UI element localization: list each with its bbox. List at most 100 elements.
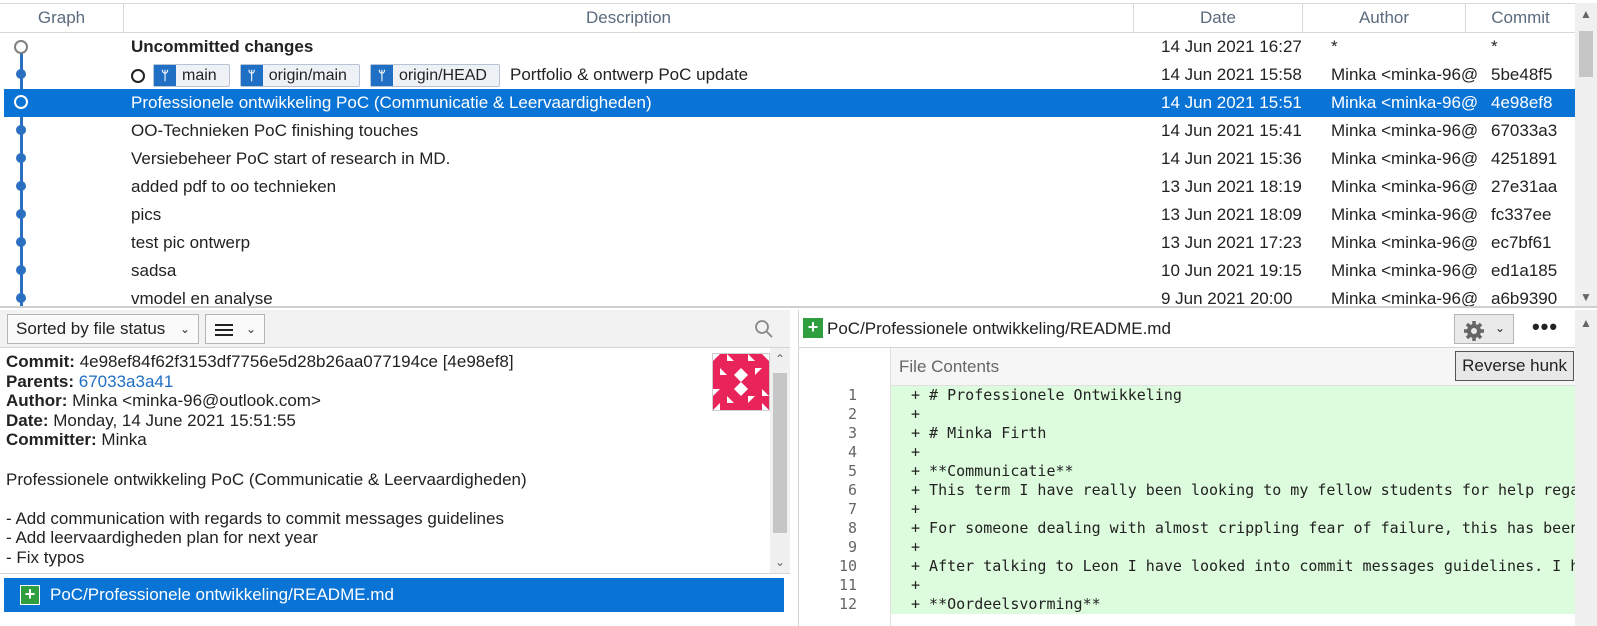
commit-hash: * <box>1491 37 1498 56</box>
table-row[interactable]: OO-Technieken PoC finishing touches 14 J… <box>4 117 1575 145</box>
diff-line: 12 + **Oordeelsvorming** <box>799 595 1576 614</box>
diff-line: 7 + <box>799 500 1576 519</box>
graph-node <box>16 153 26 163</box>
scroll-up-icon[interactable]: ▲ <box>1575 316 1597 330</box>
diff-line: 3 + # Minka Firth <box>799 424 1576 443</box>
diff-settings-button[interactable]: ⌄ <box>1454 314 1514 344</box>
head-indicator-icon <box>131 68 145 83</box>
graph-node <box>16 181 26 191</box>
details-scrollbar[interactable]: ⌃ ⌄ <box>770 348 790 573</box>
commit-author: Minka <minka-96@ <box>1331 205 1479 224</box>
commit-date: 14 Jun 2021 15:41 <box>1161 121 1302 140</box>
commit-message-line: - Add communication with regards to comm… <box>6 508 504 528</box>
column-header-graph[interactable]: Graph <box>0 4 124 32</box>
column-header-date[interactable]: Date <box>1134 4 1303 32</box>
commit-author: Minka <minka-96@ <box>1331 93 1479 112</box>
commit-hash: 5be48f5 <box>1491 65 1553 84</box>
commit-description: pics <box>131 205 162 224</box>
commit-message-line: - Fix typos <box>6 547 85 567</box>
commit-author: Minka <minka-96@ <box>1331 65 1479 84</box>
table-row[interactable]: Uncommitted changes 14 Jun 2021 16:27 * … <box>4 33 1575 61</box>
sort-dropdown[interactable]: Sorted by file status ⌄ <box>7 314 199 344</box>
branch-label-origin-head[interactable]: ᛘ origin/HEAD <box>369 64 500 88</box>
author-value: Minka <minka-96@outlook.com> <box>72 391 321 411</box>
diff-line: 5 + **Communicatie** <box>799 462 1576 481</box>
table-row[interactable]: added pdf to oo technieken 13 Jun 2021 1… <box>4 173 1575 201</box>
avatar <box>712 353 770 411</box>
committer-value: Minka <box>101 430 147 450</box>
commit-description: OO-Technieken PoC finishing touches <box>131 121 419 140</box>
branch-label-origin-main[interactable]: ᛘ origin/main <box>239 64 360 88</box>
column-header-description[interactable]: Description <box>124 4 1134 32</box>
search-icon[interactable] <box>754 319 774 339</box>
graph-node-uncommitted <box>14 40 28 54</box>
commit-author: Minka <minka-96@ <box>1331 121 1479 140</box>
commit-description: test pic ontwerp <box>131 233 251 252</box>
scroll-up-icon[interactable]: ▲ <box>1575 7 1597 21</box>
list-icon <box>215 323 233 336</box>
commit-date: 10 Jun 2021 19:15 <box>1161 261 1302 280</box>
reverse-hunk-button[interactable]: Reverse hunk <box>1455 351 1574 381</box>
commit-description: sadsa <box>131 261 177 280</box>
file-path: PoC/Professionele ontwikkeling/README.md <box>50 585 394 604</box>
commit-description: Versiebeheer PoC start of research in MD… <box>131 149 451 168</box>
commit-description: vmodel en analyse <box>131 289 273 308</box>
table-row[interactable]: test pic ontwerp 13 Jun 2021 17:23 Minka… <box>4 229 1575 257</box>
graph-node <box>16 125 26 135</box>
parent-commit-link[interactable]: 67033a3a41 <box>79 372 174 391</box>
commit-message-line: - Add leervaardigheden plan for next yea… <box>6 528 318 548</box>
table-row[interactable]: sadsa 10 Jun 2021 19:15 Minka <minka-96@… <box>4 257 1575 285</box>
graph-node <box>16 237 26 247</box>
commit-author: * <box>1331 37 1338 56</box>
branch-icon: ᛘ <box>240 65 263 87</box>
column-header-author[interactable]: Author <box>1303 4 1466 32</box>
diff-line: 10 + After talking to Leon I have looked … <box>838 557 1576 576</box>
graph-node <box>16 265 26 275</box>
diff-scrollbar[interactable]: ▲ <box>1575 310 1597 626</box>
file-contents-label: File Contents <box>899 357 1000 376</box>
diff-line: 11 + <box>799 576 1576 595</box>
view-mode-dropdown[interactable]: ⌄ <box>205 314 265 344</box>
scrollbar-thumb[interactable] <box>773 373 787 533</box>
scrollbar-thumb[interactable] <box>1579 31 1593 77</box>
commit-hash: 4251891 <box>1491 149 1558 168</box>
commit-date: 14 Jun 2021 16:27 <box>1161 37 1302 56</box>
scroll-down-icon[interactable]: ⌄ <box>770 555 790 569</box>
commit-date: 13 Jun 2021 18:09 <box>1161 205 1302 224</box>
date-value: Monday, 14 June 2021 15:51:55 <box>53 410 296 430</box>
commit-details-panel: Sorted by file status ⌄ ⌄ Commit: 4e98ef… <box>0 310 790 626</box>
commit-full-hash: 4e98ef84f62f3153df7756e5d28b26aa077194ce… <box>79 352 514 371</box>
commit-hash: ed1a185 <box>1491 261 1558 280</box>
column-header-commit[interactable]: Commit <box>1466 4 1575 32</box>
table-header: Graph Description Date Author Commit <box>0 3 1575 33</box>
commit-date: 13 Jun 2021 17:23 <box>1161 233 1302 252</box>
table-row[interactable]: pics 13 Jun 2021 18:09 Minka <minka-96@ … <box>4 201 1575 229</box>
file-added-icon: + <box>20 585 40 605</box>
diff-toolbar: + PoC/Professionele ontwikkeling/README.… <box>799 310 1597 348</box>
commit-hash: a6b9390 <box>1491 289 1558 308</box>
commit-hash: 4e98ef8 <box>1491 93 1553 112</box>
scroll-up-icon[interactable]: ⌃ <box>770 352 790 366</box>
commit-description-cell: ᛘ main ᛘ origin/main ᛘ origin/HEAD Portfolio &… <box>131 61 1131 89</box>
commit-hash: 27e31aa <box>1491 177 1558 196</box>
gear-icon <box>1464 321 1484 341</box>
commit-list-scrollbar[interactable]: ▲ ▼ <box>1575 3 1597 306</box>
scroll-down-icon[interactable]: ▼ <box>1575 290 1597 304</box>
branch-icon: ᛘ <box>370 65 393 87</box>
chevron-down-icon: ⌄ <box>245 322 256 336</box>
file-item-selected[interactable]: + PoC/Professionele ontwikkeling/README.… <box>4 578 784 612</box>
commit-date: 14 Jun 2021 15:36 <box>1161 149 1302 168</box>
chevron-down-icon: ⌄ <box>179 322 190 336</box>
chevron-down-icon: ⌄ <box>1494 321 1505 335</box>
diff-line: 6 + This term I have really been looking … <box>847 481 1576 500</box>
table-row-selected[interactable]: Professionele ontwikkeling PoC (Communic… <box>4 89 1575 117</box>
commit-author: Minka <minka-96@ <box>1331 177 1479 196</box>
table-row[interactable]: Versiebeheer PoC start of research in MD… <box>4 145 1575 173</box>
commit-date: 14 Jun 2021 15:58 <box>1161 65 1302 84</box>
diff-line: 4 + <box>799 443 1576 462</box>
table-row[interactable]: ᛘ main ᛘ origin/main ᛘ origin/HEAD Portfolio &… <box>4 61 1575 89</box>
commit-date: 9 Jun 2021 20:00 <box>1161 289 1293 308</box>
table-row[interactable]: vmodel en analyse 9 Jun 2021 20:00 Minka… <box>4 285 1575 308</box>
more-options-button[interactable]: ••• <box>1529 314 1561 344</box>
branch-label-main[interactable]: ᛘ main <box>153 64 230 88</box>
